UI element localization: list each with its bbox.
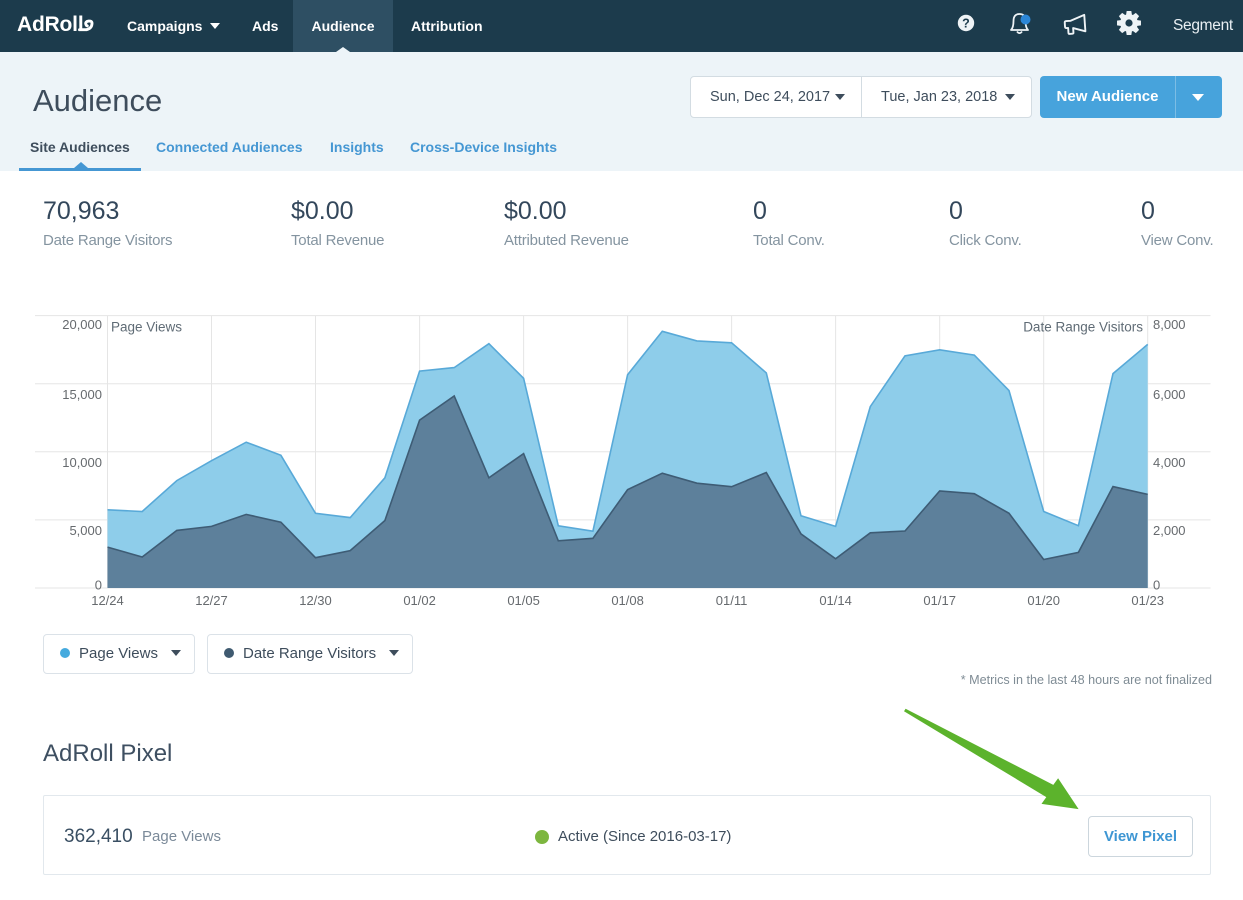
- svg-text:10,000: 10,000: [62, 455, 102, 470]
- svg-text:Date Range Visitors: Date Range Visitors: [1023, 320, 1143, 335]
- svg-text:20,000: 20,000: [62, 317, 102, 332]
- svg-text:2,000: 2,000: [1153, 523, 1186, 538]
- svg-text:01/11: 01/11: [716, 593, 748, 608]
- svg-text:01/05: 01/05: [507, 593, 540, 608]
- svg-text:01/20: 01/20: [1027, 593, 1060, 608]
- svg-text:4,000: 4,000: [1153, 455, 1186, 470]
- svg-text:5,000: 5,000: [69, 523, 102, 538]
- svg-text:8,000: 8,000: [1153, 317, 1186, 332]
- svg-text:12/27: 12/27: [195, 593, 228, 608]
- svg-text:12/30: 12/30: [299, 593, 332, 608]
- svg-text:0: 0: [1153, 578, 1160, 593]
- svg-text:01/14: 01/14: [819, 593, 852, 608]
- svg-text:01/02: 01/02: [403, 593, 436, 608]
- svg-text:0: 0: [95, 578, 102, 593]
- svg-text:01/08: 01/08: [611, 593, 644, 608]
- svg-text:6,000: 6,000: [1153, 387, 1186, 402]
- svg-text:12/24: 12/24: [91, 593, 124, 608]
- svg-text:Page Views: Page Views: [111, 320, 182, 335]
- svg-text:01/17: 01/17: [923, 593, 956, 608]
- svg-text:15,000: 15,000: [62, 387, 102, 402]
- svg-text:01/23: 01/23: [1131, 593, 1164, 608]
